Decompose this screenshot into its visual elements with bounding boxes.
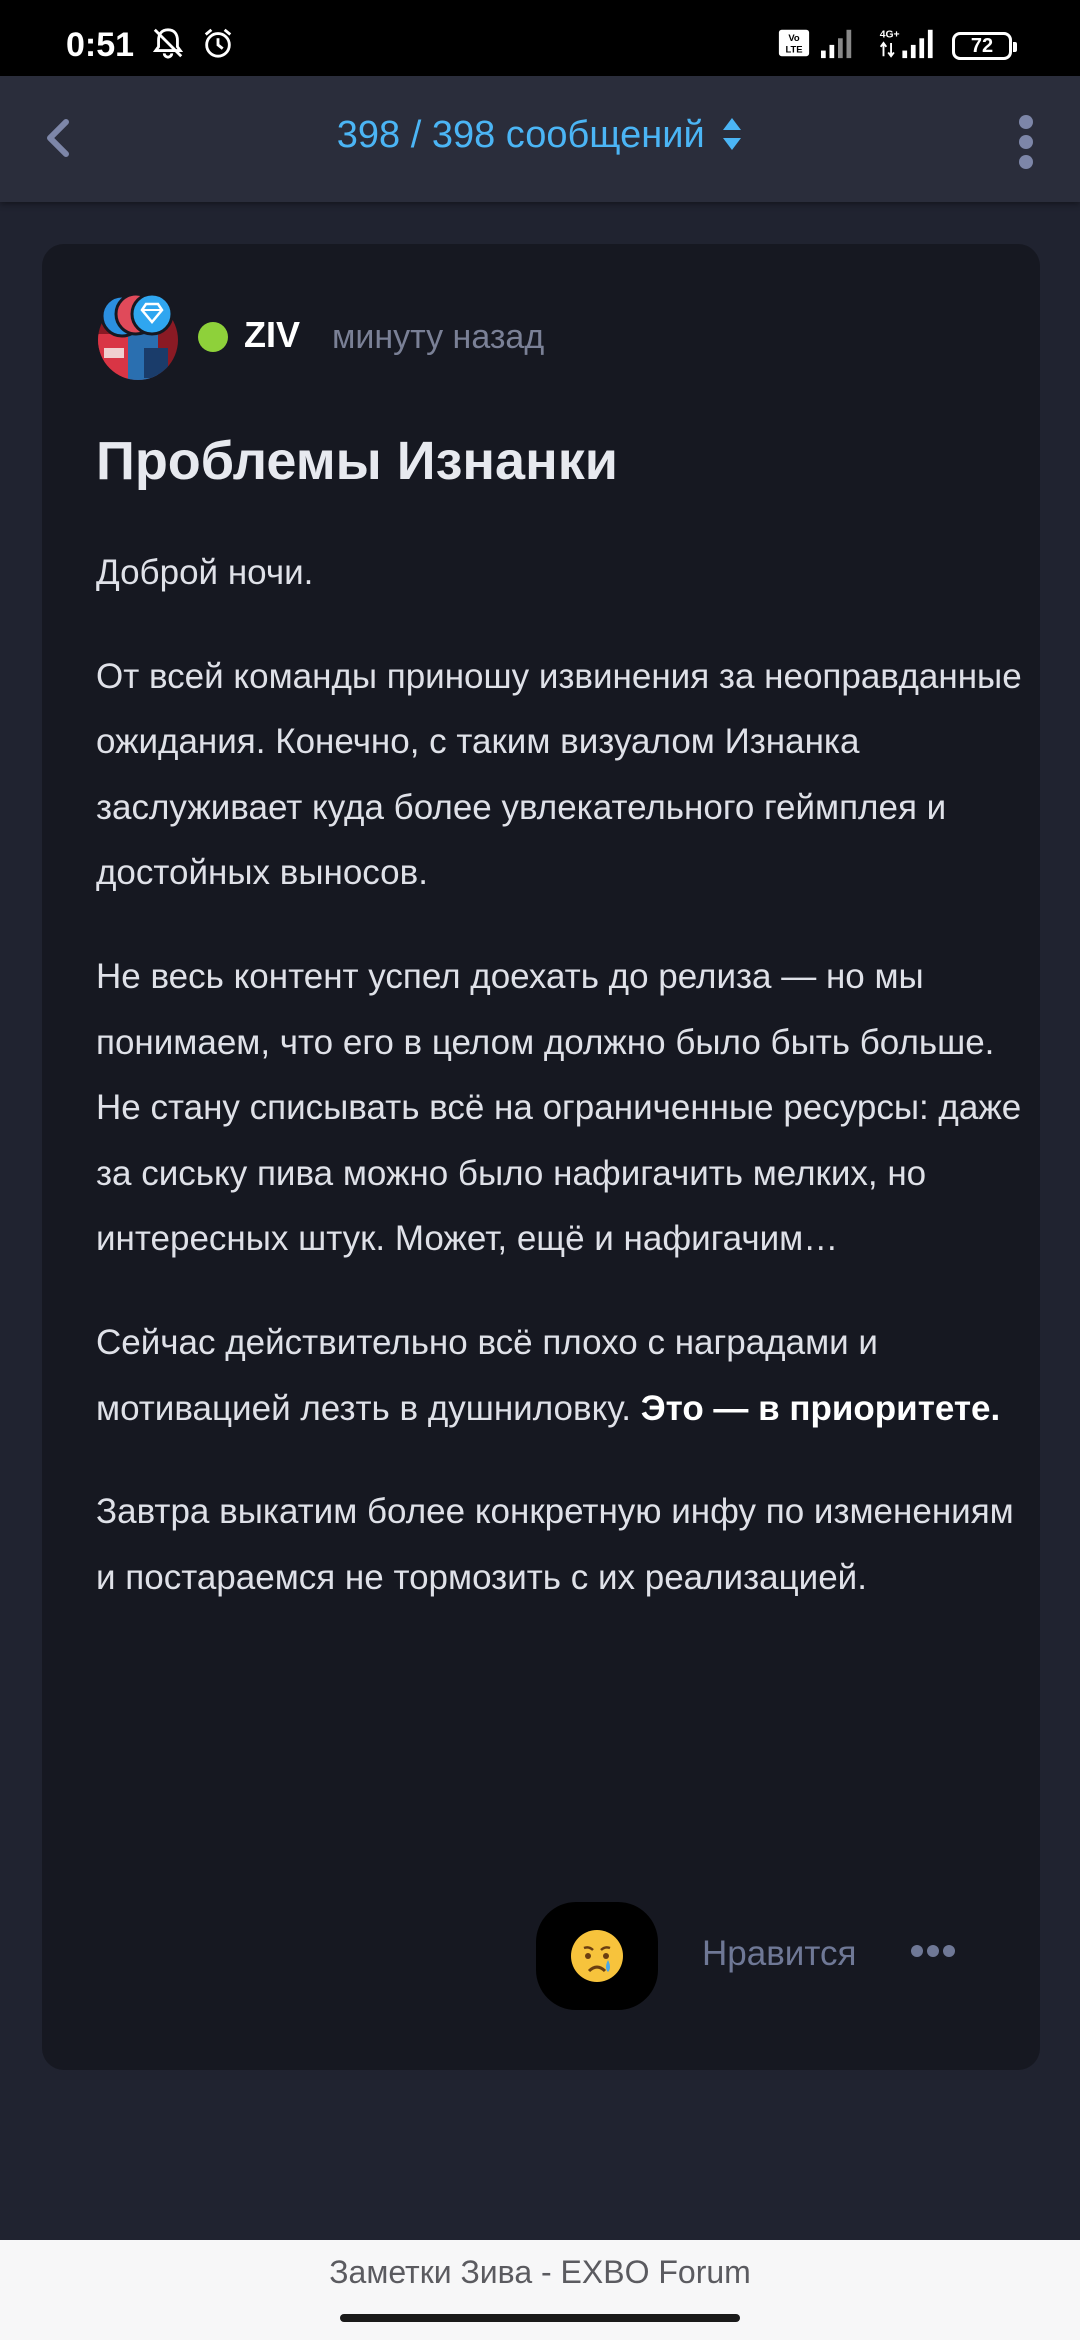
online-status-dot [198,322,228,352]
paragraph: Не весь контент успел доехать до релиза … [96,956,1022,1259]
clock: 0:51 [66,26,135,64]
mute-icon [152,28,184,59]
sort-icon [723,117,742,150]
status-bar: 0:51 Vo LTE 4G+ 72 [0,0,1080,76]
post-time[interactable]: минуту назад [332,318,544,357]
paragraph: Доброй ночи. [96,553,314,592]
battery-icon: 72 [952,32,1017,60]
battery-level: 72 [970,35,994,57]
emphasis-text: Это — в приоритете. [640,1388,1001,1428]
avatar[interactable] [94,288,190,384]
post-card: ZIV минуту назад Проблемы Изнанки Доброй… [42,244,1040,2070]
message-counter[interactable]: 398 / 398 сообщений [0,114,1080,157]
svg-text:4G+: 4G+ [880,29,900,40]
4g-signal-icon: 4G+ [880,29,933,59]
more-vertical-icon[interactable] [1006,112,1046,172]
volte-icon: Vo LTE [778,29,810,57]
top-nav: 398 / 398 сообщений [0,76,1080,202]
svg-text:LTE: LTE [785,44,802,55]
alarm-icon [204,28,232,58]
more-horizontal-icon[interactable] [910,1936,956,1966]
home-indicator[interactable] [340,2314,740,2322]
svg-text:Vo: Vo [788,33,800,44]
like-button[interactable]: Нравится [702,1934,856,1974]
paragraph: Сейчас действительно всё плохо с награда… [96,1310,1036,1441]
post-title: Проблемы Изнанки [96,431,618,491]
page-title[interactable]: Заметки Зива - EXBO Forum [0,2254,1080,2291]
post-body: Доброй ночи. От всей команды приношу изв… [96,540,1036,1648]
author-name[interactable]: ZIV [244,314,300,356]
paragraph: Завтра выкатим более конкретную инфу по … [96,1492,1014,1597]
signal-icon [821,29,852,59]
crying-face-icon [571,1930,623,1982]
paragraph: От всей команды приношу извинения за нео… [96,656,1022,893]
message-counter-label: 398 / 398 сообщений [336,114,705,156]
bottom-bar: Заметки Зива - EXBO Forum [0,2240,1080,2340]
reaction-button[interactable] [536,1902,658,2010]
